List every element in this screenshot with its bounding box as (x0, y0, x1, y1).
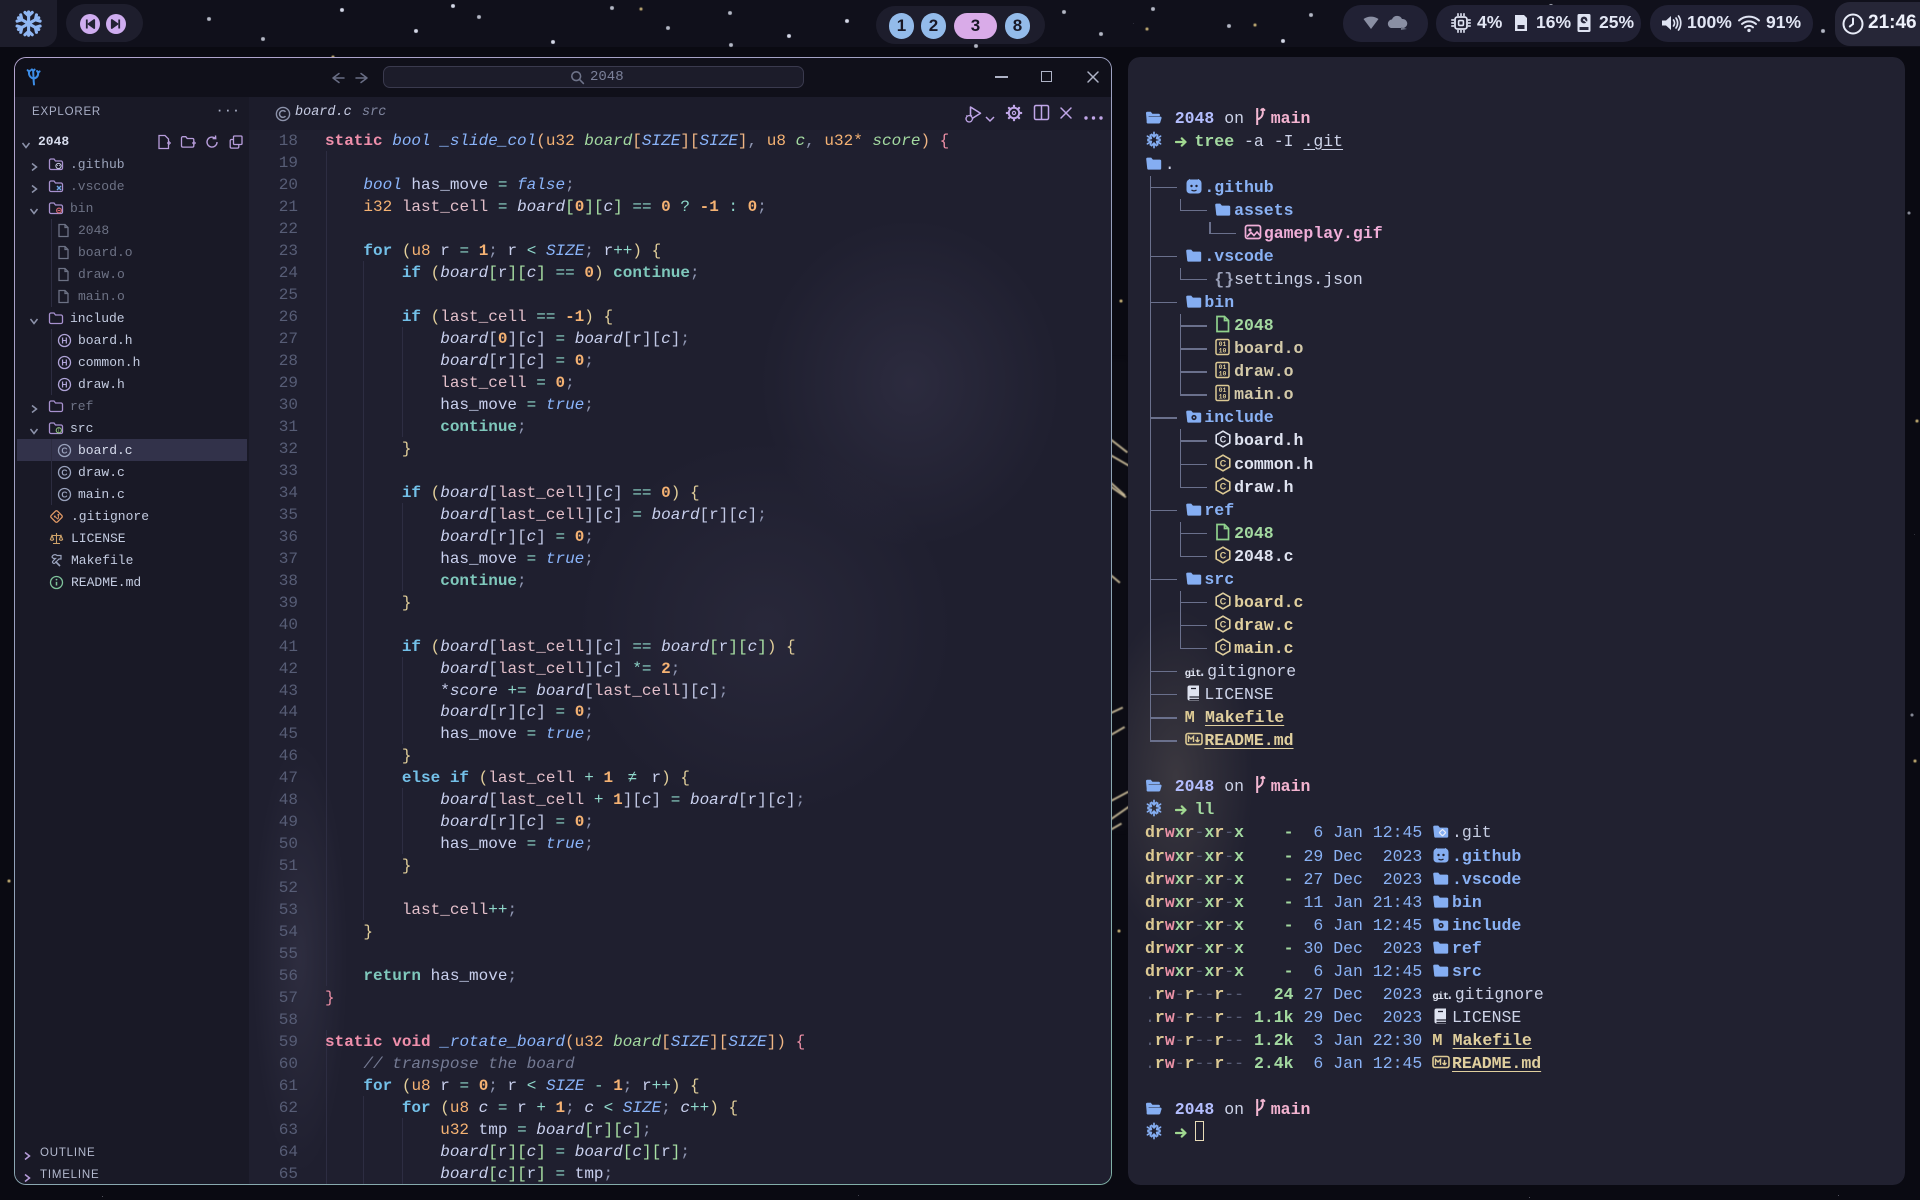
svg-text:H: H (61, 358, 67, 368)
svg-text:C: C (1220, 481, 1227, 491)
svg-text:10: 10 (1219, 371, 1227, 378)
svg-text:C: C (1220, 435, 1227, 445)
svg-text:C: C (1220, 550, 1227, 560)
svg-text:C: C (1220, 642, 1227, 652)
svg-text:C: C (1220, 596, 1227, 606)
svg-text:C: C (61, 446, 67, 456)
svg-text:C: C (1220, 458, 1227, 468)
svg-text:C: C (61, 490, 67, 500)
svg-text:H: H (61, 380, 67, 390)
svg-text:C: C (1220, 619, 1227, 629)
svg-text:10: 10 (1219, 348, 1227, 355)
svg-text:C: C (61, 468, 67, 478)
svg-text:10: 10 (1219, 394, 1227, 401)
svg-text:H: H (61, 336, 67, 346)
